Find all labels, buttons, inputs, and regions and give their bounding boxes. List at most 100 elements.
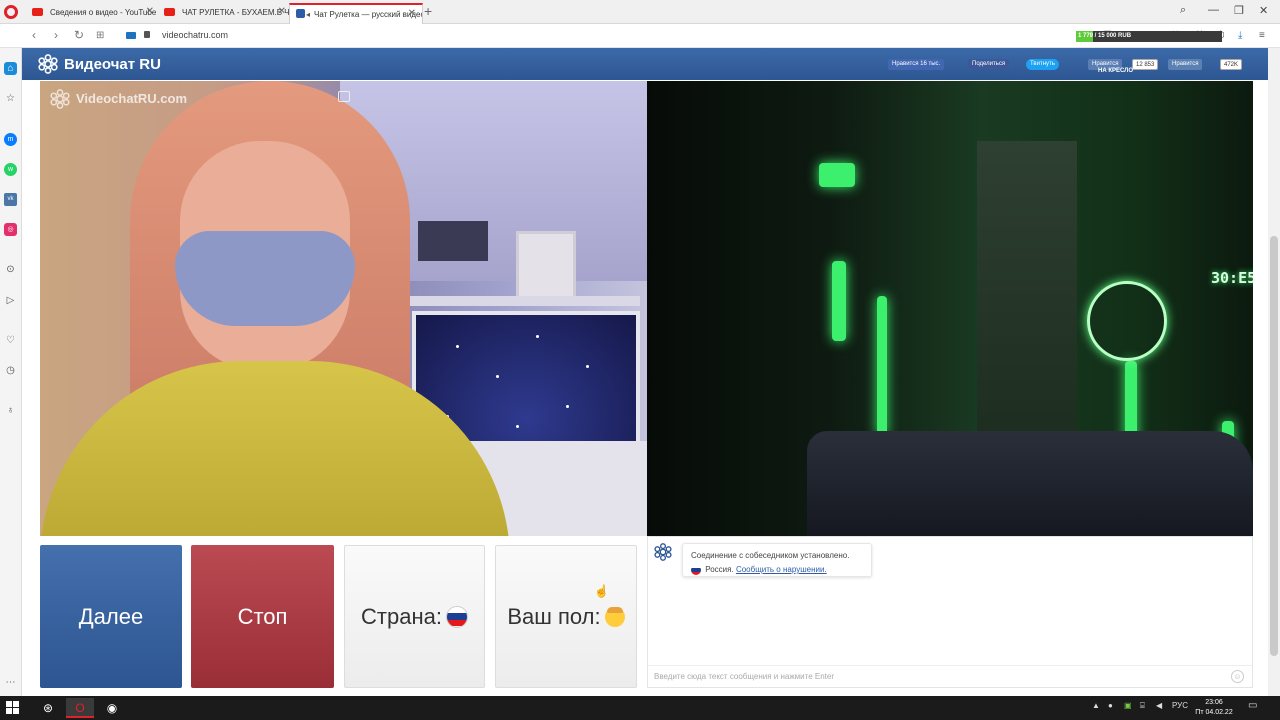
facebook-like-button[interactable]: Нравится 16 тыс.	[888, 59, 945, 70]
speed-dial-sidebar-icon[interactable]: ☆	[4, 92, 17, 105]
network-icon[interactable]: ⌸	[1140, 701, 1145, 711]
url-field[interactable]: videochatru.com	[162, 30, 228, 40]
lock-icon[interactable]	[144, 31, 150, 38]
green-light	[819, 163, 855, 187]
microphone-icon[interactable]: ●	[1108, 701, 1113, 710]
maximize-icon[interactable]: ❐	[1234, 4, 1244, 17]
clock-date: Пт 04.02.22	[1195, 709, 1233, 716]
send-sidebar-icon[interactable]: ▷	[4, 294, 17, 307]
green-light	[877, 296, 887, 436]
whatsapp-icon[interactable]: w	[4, 163, 17, 176]
player-icon[interactable]: ⊙	[4, 263, 17, 276]
led-clock: 30:E5	[1211, 269, 1253, 287]
opera-sidebar: ⌂ ☆ m w vk ◎ ⊙ ▷ ♡ ◷ ♁ ⋯	[0, 48, 22, 696]
country-label: Страна:	[361, 603, 442, 629]
bulb-icon[interactable]: ♁	[4, 404, 17, 417]
language-indicator[interactable]: РУС	[1172, 701, 1188, 710]
close-tab-icon[interactable]: ✕	[278, 6, 286, 17]
taskbar-opera-icon[interactable]: O	[66, 698, 94, 718]
downloads-icon[interactable]: ⤓	[1238, 30, 1242, 41]
emoji-icon[interactable]: ☺	[1231, 670, 1244, 683]
system-message: Соединение с собеседником установлено. Р…	[682, 543, 872, 577]
tweet-button[interactable]: Твитнуть	[1026, 59, 1059, 70]
hand-cursor-icon: ☝	[594, 584, 609, 598]
history-icon[interactable]: ◷	[4, 364, 17, 377]
instagram-icon[interactable]: ◎	[4, 223, 17, 236]
site-header: Видеочат RU Нравится 16 тыс. Поделиться …	[22, 48, 1268, 80]
close-window-icon[interactable]: ✕	[1259, 4, 1268, 17]
messenger-icon[interactable]: m	[4, 133, 17, 146]
taskbar-obs-icon[interactable]: ◉	[98, 698, 126, 718]
page-scrollbar[interactable]	[1268, 48, 1280, 696]
facebook-share-button[interactable]: Поделиться	[968, 59, 1010, 70]
close-tab-icon[interactable]: ✕	[408, 8, 416, 19]
promo-label: НА КРЕСЛО	[1098, 68, 1134, 74]
chat-input-placeholder: Введите сюда текст сообщения и нажмите E…	[654, 672, 835, 681]
star-light	[496, 375, 499, 378]
notifications-icon[interactable]: ▭	[1248, 700, 1257, 711]
scroll-thumb[interactable]	[1270, 236, 1278, 656]
promo-progress-bar[interactable]: 1 779 / 15 000 RUB	[1076, 31, 1222, 42]
windows-taskbar: ⊛ O ◉ ▲ ● ▣ ⌸ ◀ РУС 23:06 Пт 04.02.22 ▭	[0, 696, 1280, 720]
back-icon[interactable]: ‹	[32, 28, 36, 42]
partner-country-line: Россия. Сообщить о нарушении.	[691, 563, 863, 577]
home-icon[interactable]: ⌂	[4, 62, 17, 75]
wardrobe	[977, 141, 1077, 461]
tab-videochat[interactable]: ◂ Чат Рулетка — русский видеочат ✕	[289, 3, 423, 24]
russia-flag-icon	[445, 605, 468, 628]
popout-icon[interactable]	[338, 91, 350, 102]
gpu-icon[interactable]: ▣	[1124, 701, 1132, 710]
bed	[807, 431, 1253, 536]
volume-icon[interactable]: ◀	[1156, 701, 1162, 710]
site-title[interactable]: Видеочат RU	[64, 56, 161, 73]
videochat-logo-icon[interactable]	[38, 54, 58, 74]
male-avatar-icon	[604, 606, 625, 627]
chat-bot-logo-icon	[654, 543, 672, 561]
stop-button-label: Стоп	[237, 603, 288, 629]
country-selector[interactable]: Страна:	[344, 545, 485, 688]
video-watermark: VideochatRU.com	[76, 91, 188, 106]
chat-input[interactable]: Введите сюда текст сообщения и нажмите E…	[648, 665, 1252, 687]
close-tab-icon[interactable]: ✕	[146, 6, 154, 17]
forward-icon[interactable]: ›	[54, 28, 58, 42]
opera-logo-icon[interactable]	[4, 5, 18, 19]
gender-selector[interactable]: Ваш пол:	[495, 545, 637, 688]
new-tab-icon[interactable]: +	[424, 3, 432, 19]
stop-button[interactable]: Стоп	[191, 545, 334, 688]
clock[interactable]: 23:06 Пт 04.02.22	[1194, 698, 1234, 718]
local-video: VideochatRU.com	[40, 81, 647, 536]
gender-label: Ваш пол:	[507, 603, 601, 629]
report-link[interactable]: Сообщить о нарушении.	[736, 565, 827, 574]
reload-icon[interactable]: ↻	[74, 28, 84, 42]
russia-flag-icon	[691, 564, 701, 575]
speaker-icon[interactable]: ◂	[306, 10, 310, 19]
heart-icon[interactable]: ♡	[4, 334, 17, 347]
chat-panel: Соединение с собеседником установлено. Р…	[647, 536, 1253, 688]
youtube-icon	[32, 8, 43, 16]
room-shelf	[400, 296, 640, 306]
menu-icon[interactable]: ≡	[1259, 30, 1265, 41]
taskbar-app-icon[interactable]: ⊛	[34, 698, 62, 718]
vk-icon[interactable]: vk	[4, 193, 17, 206]
videochat-favicon-icon	[296, 9, 305, 18]
ring-light	[1087, 281, 1167, 361]
star-light	[456, 345, 459, 348]
connection-status-text: Соединение с собеседником установлено.	[691, 551, 850, 560]
tray-expand-icon[interactable]: ▲	[1092, 701, 1100, 710]
partner-country: Россия.	[705, 565, 734, 574]
speed-dial-icon[interactable]: ⊞	[96, 30, 104, 41]
star-light	[516, 425, 519, 428]
room-poster	[418, 221, 488, 261]
camera-icon[interactable]	[126, 32, 136, 39]
next-button[interactable]: Далее	[40, 545, 182, 688]
windows-start-icon[interactable]	[6, 701, 20, 715]
minimize-icon[interactable]: —	[1208, 4, 1219, 16]
ok-like-count: 12 853	[1132, 59, 1159, 70]
vk-like-button[interactable]: Нравится	[1168, 59, 1203, 70]
tab-youtube-video[interactable]: Сведения о видео - YouTube ✕	[26, 3, 160, 24]
more-icon[interactable]: ⋯	[4, 676, 17, 689]
green-light	[832, 261, 846, 341]
tab-youtube-chat[interactable]: ЧАТ РУЛЕТКА - БУХАЕМ.В ЧАТ ✕	[158, 3, 292, 24]
browser-tab-bar: Сведения о видео - YouTube ✕ ЧАТ РУЛЕТКА…	[0, 0, 1280, 24]
search-tabs-icon[interactable]: ⌕	[1180, 4, 1186, 17]
